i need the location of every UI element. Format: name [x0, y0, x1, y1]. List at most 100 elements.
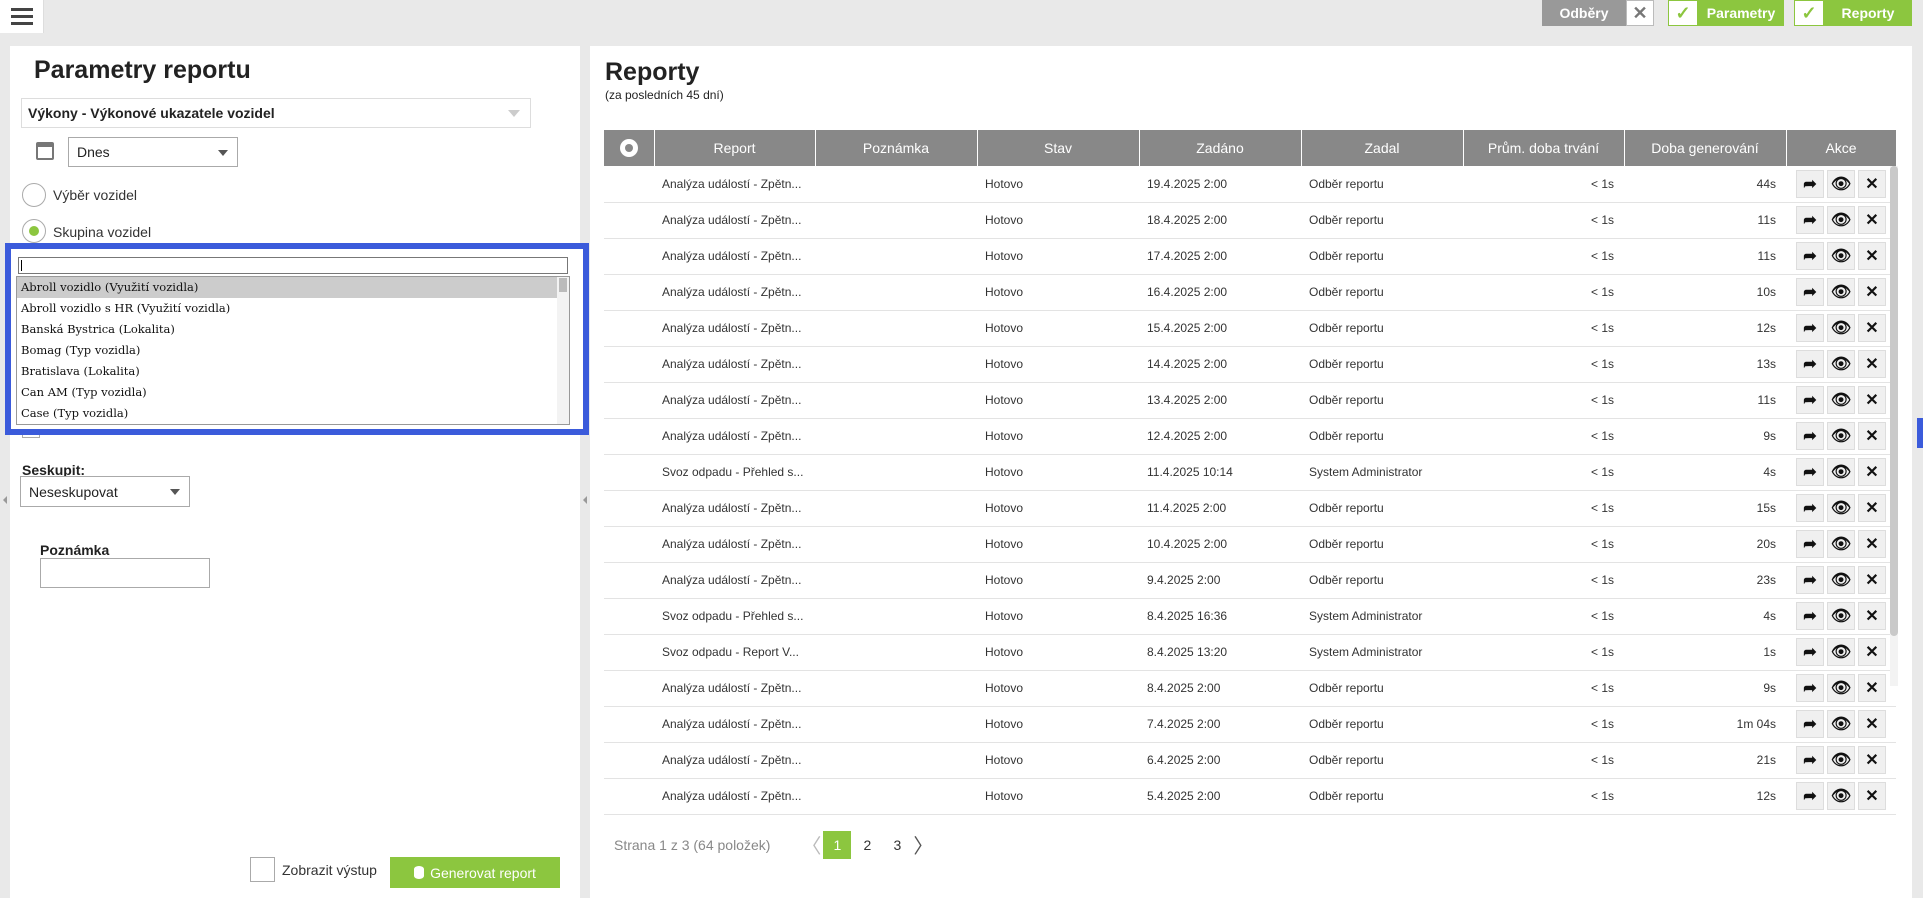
column-header[interactable]: Report: [654, 130, 816, 166]
page-button-2[interactable]: 2: [853, 831, 881, 859]
odbery-button[interactable]: Odběry ✕: [1542, 0, 1654, 26]
view-icon[interactable]: 👁: [1827, 710, 1855, 738]
table-row[interactable]: Analýza událostí - Zpětn... Hotovo 16.4.20…: [604, 274, 1896, 311]
page-button-3[interactable]: 3: [883, 831, 911, 859]
settings-header[interactable]: [604, 130, 655, 166]
view-icon[interactable]: 👁: [1827, 494, 1855, 522]
dropdown-option[interactable]: Can AM (Typ vozidla): [17, 382, 558, 403]
collapse-middle-icon[interactable]: [583, 496, 587, 504]
dropdown-search-input[interactable]: [18, 257, 568, 274]
table-row[interactable]: Analýza událostí - Zpětn... Hotovo 7.4.202…: [604, 706, 1896, 743]
view-icon[interactable]: 👁: [1827, 782, 1855, 810]
calendar-icon[interactable]: [36, 142, 54, 160]
dropdown-option[interactable]: Banská Bystrica (Lokalita): [17, 319, 558, 340]
column-header[interactable]: Zadal: [1301, 130, 1464, 166]
dropdown-option[interactable]: Case (Typ vozidla): [17, 403, 558, 424]
delete-icon[interactable]: ✕: [1858, 602, 1886, 630]
radio-vehicle-selection[interactable]: [22, 183, 46, 207]
close-icon[interactable]: ✕: [1626, 0, 1654, 26]
column-header[interactable]: Stav: [977, 130, 1140, 166]
share-icon[interactable]: ➦: [1796, 746, 1824, 774]
delete-icon[interactable]: ✕: [1858, 422, 1886, 450]
share-icon[interactable]: ➦: [1796, 638, 1824, 666]
delete-icon[interactable]: ✕: [1858, 242, 1886, 270]
share-icon[interactable]: ➦: [1796, 530, 1824, 558]
table-row[interactable]: Analýza událostí - Zpětn... Hotovo 8.4.202…: [604, 670, 1896, 707]
parametry-button[interactable]: ✓ Parametry: [1668, 0, 1784, 26]
table-row[interactable]: Analýza událostí - Zpětn... Hotovo 14.4.20…: [604, 346, 1896, 383]
page-button-1[interactable]: 1: [823, 830, 852, 859]
column-header[interactable]: Poznámka: [815, 130, 978, 166]
table-row[interactable]: Analýza událostí - Zpětn... Hotovo 15.4.20…: [604, 310, 1896, 347]
table-row[interactable]: Analýza událostí - Zpětn... Hotovo 18.4.20…: [604, 202, 1896, 239]
share-icon[interactable]: ➦: [1796, 674, 1824, 702]
collapse-left-icon[interactable]: [3, 496, 7, 504]
show-output-checkbox[interactable]: [250, 857, 275, 882]
dropdown-option[interactable]: Abroll vozidlo s HR (Využití vozidla): [17, 298, 558, 319]
dropdown-option[interactable]: Bratislava (Lokalita): [17, 361, 558, 382]
delete-icon[interactable]: ✕: [1858, 169, 1886, 198]
note-input[interactable]: [40, 558, 210, 588]
table-scroll-thumb[interactable]: [1890, 166, 1898, 636]
delete-icon[interactable]: ✕: [1858, 494, 1886, 522]
date-range-select[interactable]: Dnes: [68, 137, 238, 167]
report-type-select[interactable]: Výkony - Výkonové ukazatele vozidel: [21, 98, 531, 128]
share-icon[interactable]: ➦: [1796, 782, 1824, 810]
table-scrollbar[interactable]: [1890, 166, 1898, 686]
share-icon[interactable]: ➦: [1796, 566, 1824, 594]
view-icon[interactable]: 👁: [1827, 530, 1855, 558]
view-icon[interactable]: 👁: [1827, 566, 1855, 594]
hamburger-menu-icon[interactable]: [0, 0, 44, 33]
share-icon[interactable]: ➦: [1796, 242, 1824, 270]
delete-icon[interactable]: ✕: [1858, 278, 1886, 306]
dropdown-scrollbar[interactable]: [557, 277, 569, 424]
table-row[interactable]: Analýza událostí - Zpětn... Hotovo 17.4.20…: [604, 238, 1896, 275]
share-icon[interactable]: ➦: [1796, 350, 1824, 378]
share-icon[interactable]: ➦: [1796, 422, 1824, 450]
view-icon[interactable]: 👁: [1827, 602, 1855, 630]
share-icon[interactable]: ➦: [1796, 494, 1824, 522]
delete-icon[interactable]: ✕: [1858, 566, 1886, 594]
table-row[interactable]: Analýza událostí - Zpětn... Hotovo 10.4.20…: [604, 526, 1896, 563]
view-icon[interactable]: 👁: [1827, 169, 1855, 198]
share-icon[interactable]: ➦: [1796, 278, 1824, 306]
view-icon[interactable]: 👁: [1827, 206, 1855, 234]
delete-icon[interactable]: ✕: [1858, 782, 1886, 810]
gear-icon[interactable]: [619, 139, 638, 158]
dropdown-option[interactable]: Abroll vozidlo (Využití vozidla): [17, 277, 558, 298]
share-icon[interactable]: ➦: [1796, 206, 1824, 234]
reporty-button[interactable]: ✓ Reporty: [1794, 0, 1912, 26]
delete-icon[interactable]: ✕: [1858, 314, 1886, 342]
table-row[interactable]: Analýza událostí - Zpětn... Hotovo 13.4.20…: [604, 382, 1896, 419]
view-icon[interactable]: 👁: [1827, 350, 1855, 378]
column-header[interactable]: Zadáno: [1139, 130, 1302, 166]
dropdown-option[interactable]: Bomag (Typ vozidla): [17, 340, 558, 361]
generate-report-button[interactable]: Generovat report: [390, 857, 560, 888]
delete-icon[interactable]: ✕: [1858, 458, 1886, 486]
share-icon[interactable]: ➦: [1796, 169, 1824, 198]
delete-icon[interactable]: ✕: [1858, 638, 1886, 666]
view-icon[interactable]: 👁: [1827, 422, 1855, 450]
share-icon[interactable]: ➦: [1796, 386, 1824, 414]
table-row[interactable]: Analýza událostí - Zpětn... Hotovo 9.4.202…: [604, 562, 1896, 599]
view-icon[interactable]: 👁: [1827, 638, 1855, 666]
view-icon[interactable]: 👁: [1827, 674, 1855, 702]
delete-icon[interactable]: ✕: [1858, 350, 1886, 378]
prev-page-icon[interactable]: 〈: [800, 830, 822, 859]
table-row[interactable]: Analýza událostí - Zpětn... Hotovo 19.4.20…: [604, 166, 1896, 203]
delete-icon[interactable]: ✕: [1858, 710, 1886, 738]
view-icon[interactable]: 👁: [1827, 242, 1855, 270]
dropdown-list[interactable]: Abroll vozidlo (Využití vozidla) Abroll …: [16, 276, 570, 425]
radio-vehicle-group[interactable]: [22, 219, 46, 243]
view-icon[interactable]: 👁: [1827, 386, 1855, 414]
table-row[interactable]: Svoz odpadu - Přehled s... Hotovo 11.4.202…: [604, 454, 1896, 491]
share-icon[interactable]: ➦: [1796, 710, 1824, 738]
group-by-select[interactable]: Neseskupovat: [20, 476, 190, 507]
table-row[interactable]: Analýza událostí - Zpětn... Hotovo 11.4.20…: [604, 490, 1896, 527]
view-icon[interactable]: 👁: [1827, 314, 1855, 342]
share-icon[interactable]: ➦: [1796, 458, 1824, 486]
table-row[interactable]: Analýza událostí - Zpětn... Hotovo 12.4.20…: [604, 418, 1896, 455]
table-row[interactable]: Analýza událostí - Zpětn... Hotovo 5.4.202…: [604, 778, 1896, 815]
dropdown-scroll-thumb[interactable]: [559, 278, 567, 292]
share-icon[interactable]: ➦: [1796, 314, 1824, 342]
